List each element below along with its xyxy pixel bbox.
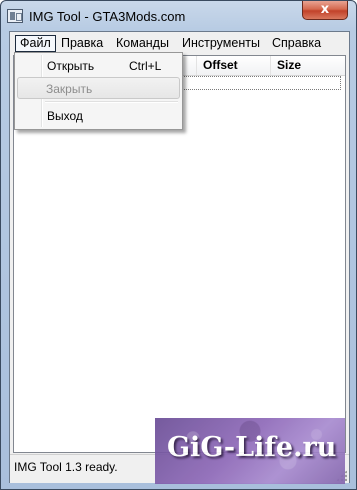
list-body[interactable]: [14, 76, 345, 452]
menu-item-close-label: Закрыть: [46, 82, 93, 96]
column-header-size[interactable]: Size: [271, 56, 345, 75]
menu-edit[interactable]: Правка: [57, 35, 107, 52]
watermark-text: GiG-Life.ru: [167, 432, 337, 463]
menu-item-exit-label: Выход: [47, 109, 83, 123]
menu-help[interactable]: Справка: [268, 35, 325, 52]
file-menu-dropdown: Открыть Ctrl+L Закрыть Выход: [14, 52, 183, 130]
column-header-offset[interactable]: Offset: [197, 56, 271, 75]
menu-separator: [45, 101, 178, 103]
menu-item-open-shortcut: Ctrl+L: [129, 59, 162, 73]
window-title: IMG Tool - GTA3Mods.com: [29, 9, 186, 24]
menu-bar: Файл Правка Команды Инструменты Справка: [10, 32, 349, 54]
watermark-logo: GiG-Life.ru: [155, 418, 345, 484]
app-icon[interactable]: [7, 9, 23, 23]
menu-commands[interactable]: Команды: [112, 35, 173, 52]
menu-item-open[interactable]: Открыть Ctrl+L: [17, 55, 180, 77]
menu-file[interactable]: Файл: [15, 35, 56, 52]
menu-item-close[interactable]: Закрыть: [17, 77, 180, 99]
close-button[interactable]: x: [302, 1, 348, 20]
title-bar[interactable]: IMG Tool - GTA3Mods.com x: [1, 1, 356, 31]
menu-tools[interactable]: Инструменты: [178, 35, 264, 52]
status-text: IMG Tool 1.3 ready.: [14, 460, 118, 474]
menu-item-exit[interactable]: Выход: [17, 105, 180, 127]
close-icon: x: [320, 2, 330, 17]
menu-item-open-label: Открыть: [47, 59, 95, 73]
